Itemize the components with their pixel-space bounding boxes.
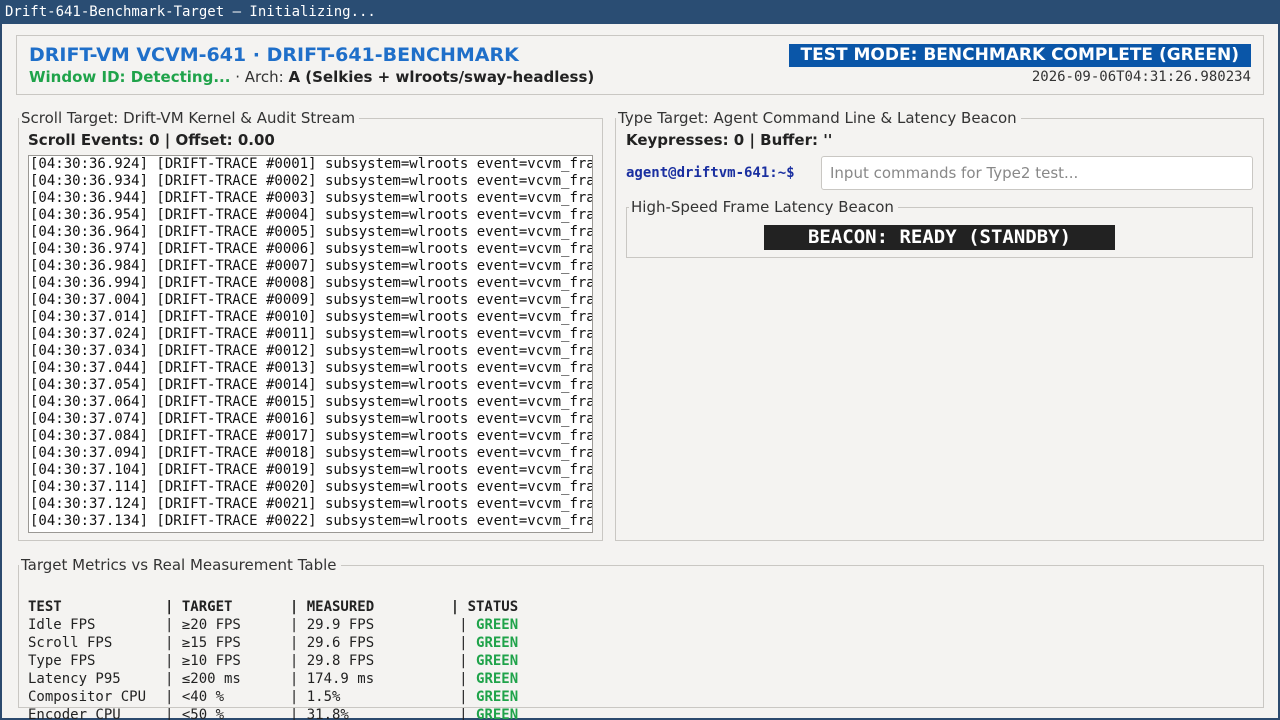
log-line: [04:30:37.114] [DRIFT-TRACE #0020] subsy… — [30, 479, 593, 495]
metric-test: Idle FPS — [28, 617, 96, 633]
metric-test: Latency P95 — [28, 671, 121, 687]
log-line: [04:30:36.924] [DRIFT-TRACE #0001] subsy… — [30, 156, 593, 172]
metric-status: GREEN — [476, 617, 519, 633]
col-measured-header: MEASURED — [306, 599, 375, 615]
metric-measured: 29.6 FPS — [306, 635, 375, 651]
log-line: [04:30:36.974] [DRIFT-TRACE #0006] subsy… — [30, 241, 593, 257]
metric-target: ≥15 FPS — [181, 635, 241, 651]
metric-target: ≥10 FPS — [181, 653, 241, 669]
log-line: [04:30:37.014] [DRIFT-TRACE #0010] subsy… — [30, 309, 593, 325]
col-status-header: STATUS — [467, 599, 519, 615]
log-line: [04:30:37.004] [DRIFT-TRACE #0009] subsy… — [30, 292, 593, 308]
metrics-frame: Target Metrics vs Real Measurement Table… — [18, 556, 1264, 720]
metric-test: Type FPS — [28, 653, 96, 669]
header-separator: · — [230, 68, 245, 86]
metrics-row: Type FPS | ≥10 FPS | 29.8 FPS | GREEN — [28, 653, 519, 669]
metric-target: <50 % — [181, 707, 225, 720]
metrics-row: Compositor CPU | <40 % | 1.5% | GREEN — [28, 689, 519, 705]
log-line: [04:30:36.954] [DRIFT-TRACE #0004] subsy… — [30, 207, 593, 223]
header-subtitle: Window ID: Detecting... · Arch: A (Selki… — [29, 68, 594, 86]
scroll-stats: Scroll Events: 0 | Offset: 0.00 — [28, 131, 275, 149]
log-line: [04:30:37.134] [DRIFT-TRACE #0022] subsy… — [30, 513, 593, 529]
metric-test: Compositor CPU — [28, 689, 147, 705]
header-panel: DRIFT-VM VCVM-641 · DRIFT-641-BENCHMARK … — [16, 35, 1264, 95]
type-stats: Keypresses: 0 | Buffer: '' — [626, 131, 833, 149]
metric-measured: 29.8 FPS — [306, 653, 375, 669]
metric-test: Encoder CPU — [28, 707, 121, 720]
page-title: DRIFT-VM VCVM-641 · DRIFT-641-BENCHMARK — [29, 44, 519, 66]
metrics-row: Encoder CPU | <50 % | 31.8% | GREEN — [28, 706, 518, 720]
metric-measured: 29.9 FPS — [306, 617, 375, 633]
command-input[interactable] — [821, 156, 1253, 190]
metric-target: <40 % — [181, 689, 225, 705]
app-window: DRIFT-VM VCVM-641 · DRIFT-641-BENCHMARK … — [2, 24, 1278, 720]
test-mode-badge: TEST MODE: BENCHMARK COMPLETE (GREEN) — [788, 44, 1251, 67]
metric-measured: 1.5% — [306, 689, 341, 705]
metric-target: ≤200 ms — [181, 671, 241, 687]
command-prompt: agent@driftvm-641:~$ — [626, 165, 795, 181]
log-line: [04:30:37.084] [DRIFT-TRACE #0017] subsy… — [30, 428, 593, 444]
window-id-label: Window ID: Detecting... — [29, 68, 231, 86]
metric-test: Scroll FPS — [28, 635, 113, 651]
arch-value: A (Selkies + wlroots/sway-headless) — [288, 68, 595, 86]
log-line: [04:30:37.024] [DRIFT-TRACE #0011] subsy… — [30, 326, 593, 342]
metric-status: GREEN — [476, 635, 519, 651]
col-target-header: TARGET — [181, 599, 233, 615]
scroll-target-legend: Scroll Target: Drift-VM Kernel & Audit S… — [19, 109, 360, 127]
window-titlebar: Drift-641-Benchmark-Target — Initializin… — [0, 0, 1280, 24]
log-line: [04:30:36.964] [DRIFT-TRACE #0005] subsy… — [30, 224, 593, 240]
metric-status: GREEN — [476, 707, 519, 720]
log-line: [04:30:37.074] [DRIFT-TRACE #0016] subsy… — [30, 411, 593, 427]
log-line: [04:30:37.044] [DRIFT-TRACE #0013] subsy… — [30, 360, 593, 376]
latency-beacon: BEACON: READY (STANDBY) — [764, 225, 1115, 250]
log-line: [04:30:36.994] [DRIFT-TRACE #0008] subsy… — [30, 275, 593, 291]
metrics-table: TEST | TARGET | MEASURED | STATUS Idle FPS |… — [28, 598, 518, 720]
metrics-row: Scroll FPS | ≥15 FPS | 29.6 FPS | GREEN — [28, 635, 519, 651]
log-line: [04:30:37.034] [DRIFT-TRACE #0012] subsy… — [30, 343, 593, 359]
metric-measured: 174.9 ms — [306, 671, 375, 687]
metrics-header-row: TEST | TARGET | MEASURED | STATUS — [28, 599, 519, 615]
metrics-legend: Target Metrics vs Real Measurement Table — [19, 556, 341, 574]
metrics-row: Idle FPS | ≥20 FPS | 29.9 FPS | GREEN — [28, 617, 519, 633]
type-target-legend: Type Target: Agent Command Line & Latenc… — [616, 109, 1021, 127]
arch-label: Arch: — [244, 68, 289, 86]
type-target-frame: Type Target: Agent Command Line & Latenc… — [615, 109, 1264, 541]
log-line: [04:30:37.064] [DRIFT-TRACE #0015] subsy… — [30, 394, 593, 410]
metric-status: GREEN — [476, 671, 519, 687]
metrics-row: Latency P95 | ≤200 ms | 174.9 ms | GREEN — [28, 671, 519, 687]
metric-target: ≥20 FPS — [181, 617, 241, 633]
log-stream-view[interactable]: [04:30:36.924] [DRIFT-TRACE #0001] subsy… — [28, 155, 593, 533]
log-line: [04:30:37.054] [DRIFT-TRACE #0014] subsy… — [30, 377, 593, 393]
beacon-frame: High-Speed Frame Latency Beacon BEACON: … — [626, 198, 1253, 258]
log-line: [04:30:37.124] [DRIFT-TRACE #0021] subsy… — [30, 496, 593, 512]
beacon-legend: High-Speed Frame Latency Beacon — [629, 198, 898, 216]
scroll-target-frame: Scroll Target: Drift-VM Kernel & Audit S… — [18, 109, 603, 541]
log-line: [04:30:37.104] [DRIFT-TRACE #0019] subsy… — [30, 462, 593, 478]
log-line: [04:30:37.094] [DRIFT-TRACE #0018] subsy… — [30, 445, 593, 461]
log-line: [04:30:36.944] [DRIFT-TRACE #0003] subsy… — [30, 190, 593, 206]
metric-measured: 31.8% — [306, 707, 349, 720]
header-timestamp: 2026-09-06T04:31:26.980234 — [1031, 69, 1251, 85]
col-test-header: TEST — [28, 599, 62, 615]
log-lines: [04:30:36.924] [DRIFT-TRACE #0001] subsy… — [30, 156, 593, 530]
log-line: [04:30:36.934] [DRIFT-TRACE #0002] subsy… — [30, 173, 593, 189]
metric-status: GREEN — [476, 689, 519, 705]
metric-status: GREEN — [476, 653, 519, 669]
log-line: [04:30:36.984] [DRIFT-TRACE #0007] subsy… — [30, 258, 593, 274]
